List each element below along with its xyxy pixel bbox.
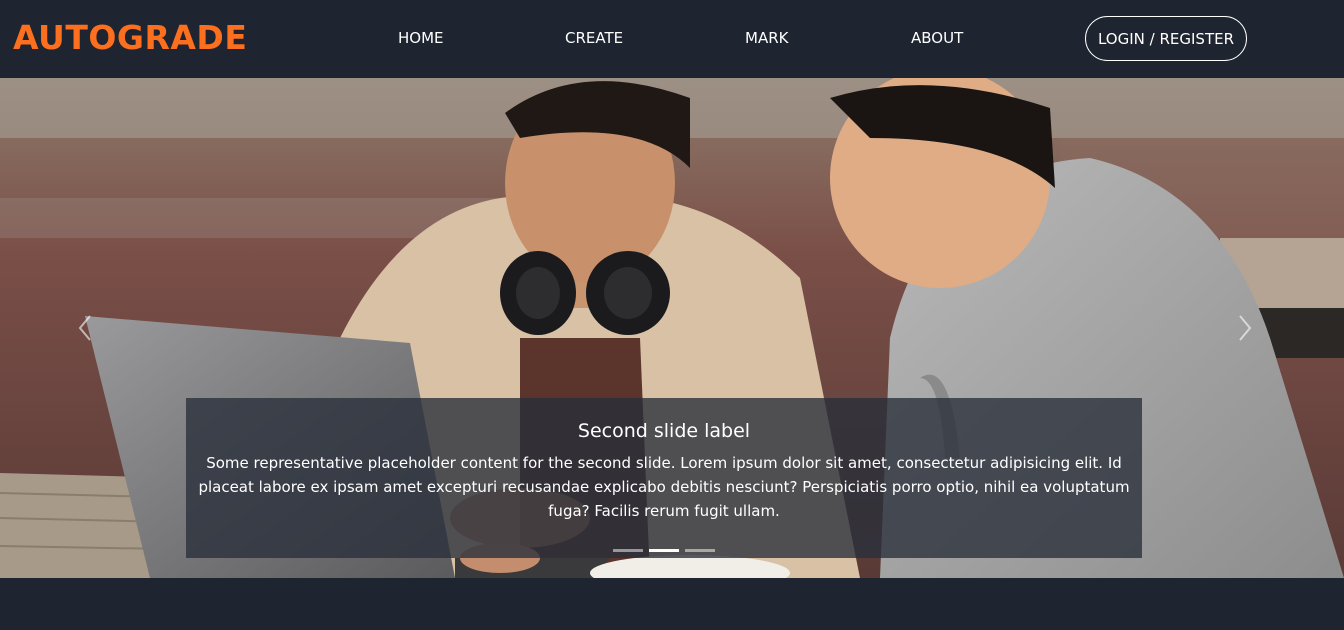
chevron-right-icon <box>1239 315 1252 341</box>
indicator-slide-3[interactable] <box>685 549 715 552</box>
nav-home-link[interactable]: HOME <box>398 28 444 48</box>
brand-logo[interactable]: AUTOGRADE <box>13 18 247 58</box>
nav-about-link[interactable]: ABOUT <box>911 28 963 48</box>
top-navbar: AUTOGRADE HOME CREATE MARK ABOUT LOGIN /… <box>0 0 1344 78</box>
caption-title: Second slide label <box>577 420 751 442</box>
caption-text: Some representative placeholder content … <box>198 454 1130 520</box>
carousel-prev-button[interactable] <box>70 313 100 343</box>
chevron-left-icon <box>78 315 91 341</box>
carousel-indicators <box>613 549 715 552</box>
login-register-button[interactable]: LOGIN / REGISTER <box>1085 16 1247 61</box>
indicator-slide-2[interactable] <box>649 549 679 552</box>
indicator-slide-1[interactable] <box>613 549 643 552</box>
nav-create-link[interactable]: CREATE <box>565 28 623 48</box>
carousel-next-button[interactable] <box>1230 313 1260 343</box>
slide-caption: Second slide label Some representative p… <box>186 398 1142 558</box>
hero-carousel: Second slide label Some representative p… <box>0 78 1344 578</box>
nav-mark-link[interactable]: MARK <box>745 28 788 48</box>
